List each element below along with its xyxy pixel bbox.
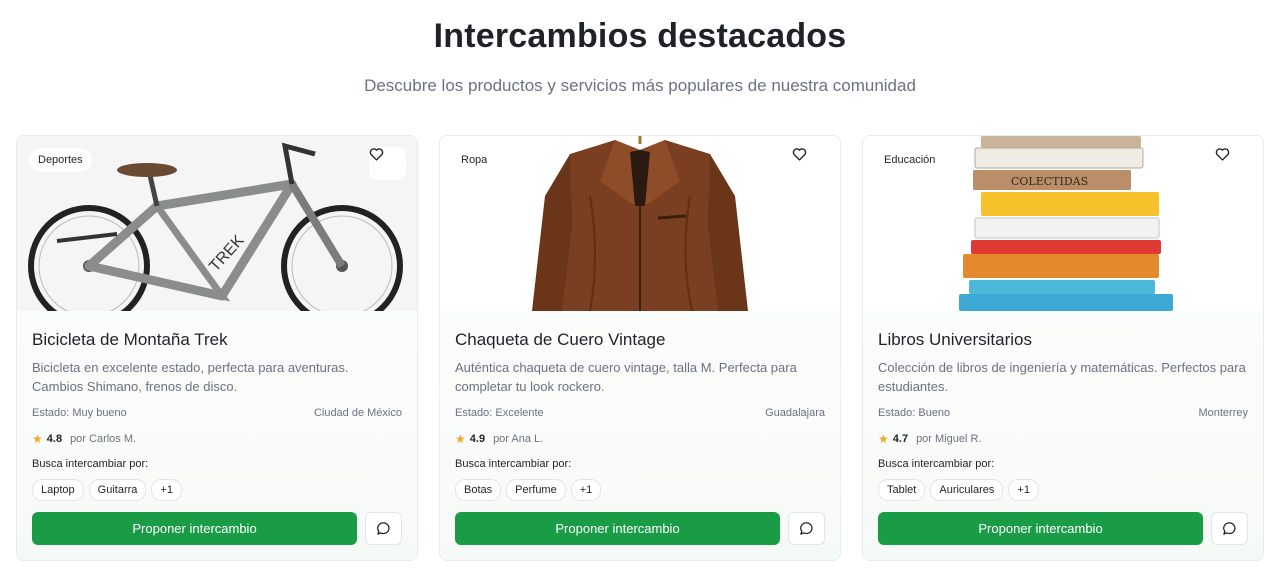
owner-name: por Ana L. (493, 433, 544, 445)
product-location: Monterrey (1198, 407, 1248, 419)
category-badge: Educación (875, 148, 945, 172)
product-image[interactable]: TREK Deportes (17, 136, 417, 311)
message-button[interactable] (1211, 512, 1248, 545)
product-card[interactable]: Ropa Chaqueta de Cuero Vintage Auténtica… (439, 135, 841, 561)
product-condition: Estado: Excelente (455, 407, 544, 419)
rating-value: 4.8 (46, 433, 63, 445)
favorite-button[interactable] (369, 147, 406, 180)
message-button[interactable] (788, 512, 825, 545)
seeking-label: Busca intercambiar por: (32, 458, 149, 470)
star-icon: ★ (32, 432, 43, 446)
chat-bubble-icon (1223, 522, 1236, 535)
product-condition: Estado: Muy bueno (32, 407, 127, 419)
seeking-label: Busca intercambiar por: (455, 458, 572, 470)
wanted-tag: Auriculares (930, 479, 1004, 501)
favorite-button[interactable] (1215, 147, 1252, 180)
product-image[interactable]: COLECTIDAS Educación (863, 136, 1263, 311)
rating-value: 4.7 (892, 433, 909, 445)
product-description: Auténtica chaqueta de cuero vintage, tal… (455, 360, 797, 394)
featured-grid: TREK Deportes Bicicleta de Montaña Trek … (16, 135, 1264, 561)
product-card[interactable]: TREK Deportes Bicicleta de Montaña Trek … (16, 135, 418, 561)
wanted-tag-more: +1 (570, 479, 602, 501)
category-badge: Ropa (452, 148, 497, 172)
product-name[interactable]: Libros Universitarios (878, 330, 1248, 350)
chat-bubble-icon (800, 522, 813, 535)
wanted-tag-more: +1 (151, 479, 182, 501)
star-icon: ★ (455, 432, 466, 446)
star-icon: ★ (878, 432, 889, 446)
product-image[interactable]: Ropa (440, 136, 840, 311)
propose-exchange-button[interactable]: Proponer intercambio (32, 512, 358, 545)
product-name[interactable]: Chaqueta de Cuero Vintage (455, 330, 825, 350)
product-description: Bicicleta en excelente estado, perfecta … (32, 360, 349, 394)
product-card[interactable]: COLECTIDAS Educación Libros Universitari… (862, 135, 1264, 561)
message-button[interactable] (365, 512, 402, 545)
heart-icon (792, 148, 807, 161)
product-description: Colección de libros de ingeniería y mate… (878, 360, 1246, 394)
seeking-label: Busca intercambiar por: (878, 458, 995, 470)
product-condition: Estado: Bueno (878, 407, 951, 419)
owner-name: por Miguel R. (916, 433, 982, 445)
favorite-button[interactable] (792, 147, 829, 180)
propose-exchange-button[interactable]: Proponer intercambio (878, 512, 1204, 545)
product-location: Ciudad de México (313, 407, 402, 419)
wanted-tag: Perfume (506, 479, 566, 501)
propose-exchange-button[interactable]: Proponer intercambio (455, 512, 781, 545)
heart-icon (1215, 148, 1230, 161)
product-location: Guadalajara (765, 407, 825, 419)
chat-bubble-icon (377, 522, 390, 535)
category-badge: Deportes (29, 148, 92, 172)
product-name[interactable]: Bicicleta de Montaña Trek (32, 330, 402, 350)
section-title: Intercambios destacados (433, 17, 847, 55)
section-subtitle: Descubre los productos y servicios más p… (364, 76, 916, 95)
leather-jacket-image (440, 136, 840, 311)
rating-value: 4.9 (469, 433, 486, 445)
svg-text:COLECTIDAS: COLECTIDAS (1011, 175, 1088, 188)
owner-name: por Carlos M. (70, 433, 137, 445)
heart-icon (369, 148, 384, 161)
wanted-tag: Laptop (32, 479, 84, 501)
wanted-tag: Botas (455, 479, 502, 501)
wanted-tag-more: +1 (1008, 479, 1039, 501)
section-header: Intercambios destacados Descubre los pro… (0, 0, 1280, 97)
wanted-tag: Guitarra (88, 479, 147, 501)
wanted-tag: Tablet (878, 479, 926, 501)
